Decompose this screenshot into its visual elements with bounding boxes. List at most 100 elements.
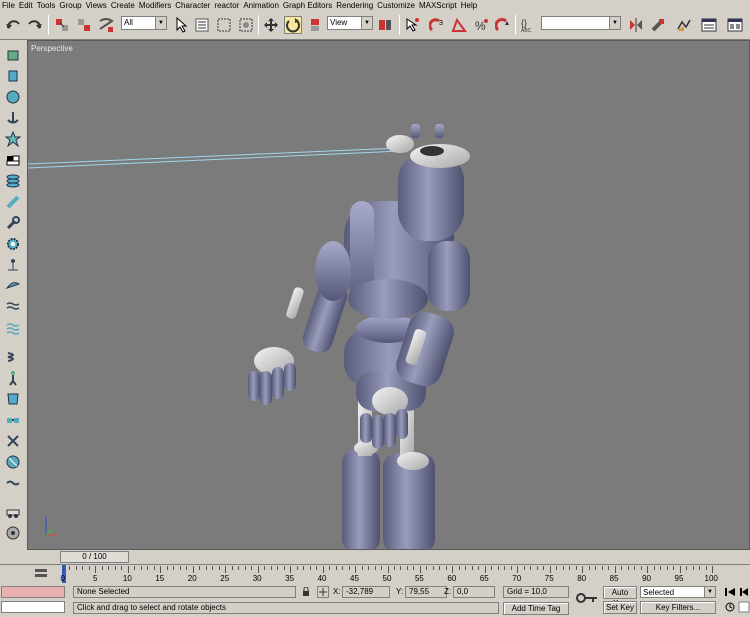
open-mini-curve-editor-icon[interactable] <box>34 567 50 583</box>
add-time-tag-button[interactable]: Add Time Tag <box>503 602 569 615</box>
schematic-view-icon[interactable] <box>700 16 718 34</box>
perspective-viewport[interactable]: Perspective <box>27 40 750 550</box>
selection-filter-dropdown[interactable]: All ▼ <box>121 16 167 30</box>
curve-editor-icon[interactable] <box>675 16 693 34</box>
robot-character-model[interactable] <box>28 41 750 550</box>
track-tick <box>251 566 253 570</box>
redo-icon[interactable] <box>26 16 44 34</box>
chevron-down-icon: ▼ <box>704 587 715 597</box>
key-mode-toggle-icon[interactable] <box>724 601 736 613</box>
cylinder-icon[interactable] <box>2 67 24 85</box>
rectangular-selection-icon[interactable] <box>215 16 233 34</box>
undo-icon[interactable] <box>4 16 22 34</box>
track-tick <box>562 566 564 570</box>
select-by-name-icon[interactable] <box>193 16 211 34</box>
menu-help[interactable]: Help <box>461 0 481 12</box>
box-icon[interactable] <box>2 46 24 64</box>
select-object-icon[interactable] <box>172 16 190 34</box>
menu-group[interactable]: Group <box>59 0 85 12</box>
track-tick-label: 100 <box>704 574 718 583</box>
star-icon[interactable] <box>2 130 24 148</box>
set-key-button[interactable]: Set Key <box>603 601 637 614</box>
maxscript-listener-white[interactable] <box>1 601 65 613</box>
fracture-icon[interactable] <box>2 453 24 471</box>
key-filters-button[interactable]: Key Filters... <box>640 601 716 614</box>
menu-modifiers[interactable]: Modifiers <box>139 0 175 12</box>
auto-key-button[interactable]: Auto Key <box>603 586 637 608</box>
record-icon[interactable] <box>2 524 24 542</box>
spinner-snap-icon[interactable] <box>494 16 512 34</box>
rope-icon[interactable] <box>2 432 24 450</box>
menu-animation[interactable]: Animation <box>243 0 283 12</box>
z-coordinate-field[interactable]: 0,0 <box>453 586 495 598</box>
menu-views[interactable]: Views <box>86 0 111 12</box>
checker-icon[interactable] <box>2 151 24 169</box>
menu-rendering[interactable]: Rendering <box>336 0 377 12</box>
track-tick <box>705 566 707 570</box>
key-mode-value: Selected <box>643 588 675 597</box>
key-icon[interactable] <box>576 592 598 604</box>
track-tick <box>673 566 675 570</box>
angle-snap-icon[interactable] <box>450 16 468 34</box>
menu-edit[interactable]: Edit <box>19 0 37 12</box>
bone-icon[interactable] <box>2 193 24 211</box>
align-icon[interactable] <box>649 16 667 34</box>
maxscript-listener-pink[interactable] <box>1 586 65 598</box>
menu-customize[interactable]: Customize <box>377 0 419 12</box>
unlink-icon[interactable] <box>75 16 93 34</box>
frame-number-field[interactable] <box>738 601 750 613</box>
named-selection-dropdown[interactable]: ▼ <box>541 16 621 30</box>
bind-to-space-warp-icon[interactable] <box>97 16 115 34</box>
wrench-icon[interactable] <box>2 214 24 232</box>
time-slider[interactable]: 0 / 100 <box>60 551 129 563</box>
x-coordinate-field[interactable]: -32,789 <box>342 586 390 598</box>
track-bar[interactable]: 0 5 10 15 20 25 30 35 40 45 50 55 60 65 70 75 80 85 90 95 10… <box>0 564 750 584</box>
edit-named-selections-icon[interactable]: {} ABC <box>519 16 537 34</box>
select-and-rotate-icon[interactable] <box>284 16 302 34</box>
menu-character[interactable]: Character <box>175 0 214 12</box>
select-and-scale-icon[interactable] <box>306 16 324 34</box>
sphere-icon[interactable] <box>2 88 24 106</box>
material-editor-icon[interactable] <box>726 16 744 34</box>
wave-icon[interactable] <box>2 319 24 337</box>
lock-icon[interactable] <box>301 586 311 597</box>
snap-3d-icon[interactable]: 3 <box>428 16 446 34</box>
gear-icon[interactable] <box>2 235 24 253</box>
svg-text:3: 3 <box>439 20 443 27</box>
water-icon[interactable] <box>2 474 24 492</box>
reference-coordinate-dropdown[interactable]: View ▼ <box>327 16 373 30</box>
spring-icon[interactable] <box>2 348 24 366</box>
menu-graph-editors[interactable]: Graph Editors <box>283 0 336 12</box>
lamp-icon[interactable] <box>2 256 24 274</box>
previous-frame-icon[interactable] <box>738 586 750 598</box>
go-to-start-icon[interactable] <box>724 586 736 598</box>
menu-create[interactable]: Create <box>111 0 139 12</box>
menu-tools[interactable]: Tools <box>37 0 60 12</box>
car-icon[interactable] <box>2 503 24 521</box>
y-coordinate-field[interactable]: 79,55 <box>405 586 447 598</box>
key-mode-dropdown[interactable]: Selected ▼ <box>640 586 716 598</box>
window-crossing-icon[interactable] <box>237 16 255 34</box>
figure-icon[interactable] <box>2 369 24 387</box>
cloth-icon[interactable] <box>2 390 24 408</box>
select-and-link-icon[interactable] <box>53 16 71 34</box>
track-tick <box>95 566 97 573</box>
stack-icon[interactable] <box>2 172 24 190</box>
hinge-icon[interactable] <box>2 411 24 429</box>
menu-file[interactable]: File <box>2 0 19 12</box>
select-and-move-icon[interactable] <box>262 16 280 34</box>
anchor-icon[interactable] <box>2 109 24 127</box>
ripple-icon[interactable] <box>2 298 24 316</box>
track-tick <box>634 566 636 570</box>
menu-maxscript[interactable]: MAXScript <box>419 0 461 12</box>
select-manipulate-icon[interactable] <box>403 16 421 34</box>
menu-reactor[interactable]: reactor <box>214 0 243 12</box>
wing-icon[interactable] <box>2 277 24 295</box>
track-tick <box>530 566 532 570</box>
track-tick <box>342 566 344 570</box>
use-pivot-center-icon[interactable] <box>376 16 394 34</box>
percent-snap-icon[interactable]: % <box>472 16 490 34</box>
absolute-mode-icon[interactable] <box>317 586 329 598</box>
track-tick <box>88 566 90 570</box>
mirror-icon[interactable] <box>627 16 645 34</box>
